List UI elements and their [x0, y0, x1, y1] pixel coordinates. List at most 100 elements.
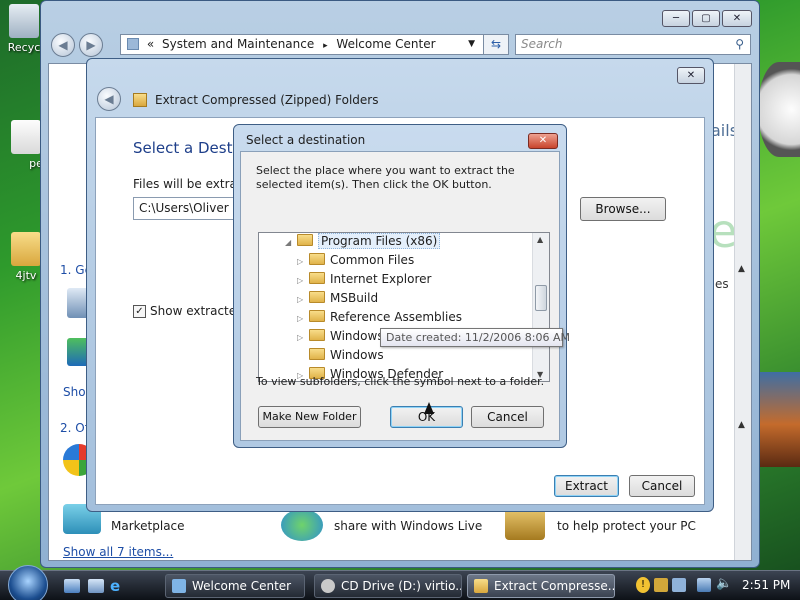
security-warning-icon[interactable]: !	[636, 577, 650, 593]
protect-pc-label[interactable]: to help protect your PC	[557, 519, 696, 533]
close-icon: ✕	[538, 135, 548, 146]
address-dropdown-icon[interactable]: ▼	[468, 35, 475, 54]
welcome-center-icon	[172, 579, 186, 593]
marketplace-label[interactable]: Marketplace	[111, 519, 185, 533]
instruction-text: Select the place where you want to extra…	[256, 164, 515, 191]
extract-button[interactable]: Extract	[554, 475, 619, 497]
folder-tree[interactable]: ◢ Program Files (x86) ▷ Common Files ▷ Inte…	[258, 232, 550, 382]
windows-live-icon	[281, 509, 323, 541]
maximize-button[interactable]: ▢	[692, 10, 720, 27]
folder-icon	[127, 38, 139, 50]
tree-item-label: Windows	[330, 348, 384, 362]
tree-item-label: Internet Explorer	[330, 272, 432, 286]
search-icon[interactable]: ⚲	[735, 35, 744, 54]
desktop-icon-label: 4jtv	[15, 269, 37, 282]
collapsed-arrow-icon[interactable]: ▷	[297, 290, 309, 309]
browse-button[interactable]: Browse...	[580, 197, 666, 221]
forward-button[interactable]: ▶	[79, 33, 103, 57]
scroll-thumb[interactable]	[535, 285, 547, 311]
zip-folder-icon	[133, 93, 147, 107]
cd-drive-icon	[321, 579, 335, 593]
extract-cancel-button[interactable]: Cancel	[629, 475, 695, 497]
section-2-heading: 2. Of	[60, 421, 89, 435]
extract-dialog-title: Extract Compressed (Zipped) Folders	[155, 93, 379, 107]
volume-muted-icon[interactable]: 🔈	[716, 576, 732, 591]
expanded-arrow-icon[interactable]: ◢	[285, 233, 297, 252]
make-new-folder-button[interactable]: Make New Folder	[258, 406, 361, 428]
folder-icon	[309, 348, 325, 360]
close-button[interactable]: ✕	[722, 10, 752, 27]
document-icon	[11, 120, 41, 154]
taskbar-cd-drive[interactable]: CD Drive (D:) virtio...	[314, 574, 462, 598]
tray-device-icon[interactable]	[672, 578, 686, 592]
folder-icon	[309, 253, 325, 265]
select-destination-body: Select the place where you want to extra…	[240, 151, 570, 441]
extract-heading: Select a Destin	[133, 139, 247, 157]
share-windows-live-label[interactable]: share with Windows Live	[334, 519, 482, 533]
collapsed-arrow-icon[interactable]: ▷	[297, 309, 309, 328]
collapsed-arrow-icon[interactable]: ▷	[297, 271, 309, 290]
start-button[interactable]	[8, 565, 48, 600]
search-placeholder: Search	[521, 37, 563, 51]
collapsed-arrow-icon[interactable]: ▷	[297, 328, 309, 347]
show-extracted-checkbox[interactable]: ✓	[133, 305, 146, 318]
network-icon[interactable]	[697, 578, 711, 592]
tree-item-reference-assemblies[interactable]: ▷ Reference Assemblies	[297, 308, 462, 327]
breadcrumb-prefix: «	[146, 37, 155, 51]
desktop-icon-label: Recyc	[7, 41, 41, 54]
tree-item-label: Reference Assemblies	[330, 310, 462, 324]
search-input[interactable]: Search ⚲	[515, 34, 751, 55]
tree-item-windows[interactable]: Windows	[297, 346, 384, 365]
task-label: Welcome Center	[192, 579, 292, 593]
scroll-up-arrow[interactable]: ▲	[738, 264, 745, 274]
photo-gadget	[760, 372, 800, 467]
breadcrumb-welcome-center[interactable]: Welcome Center	[336, 37, 435, 51]
folder-icon	[11, 232, 41, 266]
extract-close-button[interactable]: ✕	[677, 67, 705, 84]
tree-item-msbuild[interactable]: ▷ MSBuild	[297, 289, 378, 308]
collapsed-arrow-icon[interactable]: ▷	[297, 252, 309, 271]
taskbar-welcome-center[interactable]: Welcome Center	[165, 574, 305, 598]
back-button[interactable]: ◀	[51, 33, 75, 57]
folder-icon	[309, 329, 325, 341]
folder-icon	[309, 291, 325, 303]
internet-explorer-icon[interactable]: e	[110, 577, 120, 595]
tree-item-label: Common Files	[330, 253, 415, 267]
tree-item-common-files[interactable]: ▷ Common Files	[297, 251, 414, 270]
tree-item-label: MSBuild	[330, 291, 379, 305]
address-bar[interactable]: « System and Maintenance ▸ Welcome Cente…	[120, 34, 508, 55]
folder-icon	[309, 272, 325, 284]
taskbar: e Welcome Center CD Drive (D:) virtio...…	[0, 565, 800, 600]
recycle-bin-icon	[9, 4, 39, 38]
breadcrumb-system-maintenance[interactable]: System and Maintenance	[162, 37, 314, 51]
scroll-down-arrow[interactable]: ▲	[738, 420, 745, 430]
show-desktop-icon[interactable]	[64, 579, 80, 593]
tree-item-internet-explorer[interactable]: ▷ Internet Explorer	[297, 270, 431, 289]
folder-icon	[297, 234, 313, 246]
folder-tree-scrollbar[interactable]: ▲ ▼	[532, 233, 549, 381]
scroll-up-arrow[interactable]: ▲	[537, 235, 543, 244]
select-destination-cancel-button[interactable]: Cancel	[471, 406, 544, 428]
taskbar-clock[interactable]: 2:51 PM	[742, 578, 790, 592]
mouse-cursor	[424, 402, 434, 414]
show-all-items-link[interactable]: Show all 7 items...	[63, 545, 173, 559]
destination-path-input[interactable]: C:\Users\Oliver Fre	[133, 197, 238, 220]
task-label: Extract Compresse...	[494, 579, 615, 593]
extract-back-button[interactable]: ◀	[97, 87, 121, 111]
switch-windows-icon[interactable]	[88, 579, 104, 593]
select-destination-dialog: Select a destination ✕ Select the place …	[233, 124, 570, 448]
side-text-es: es	[715, 277, 729, 291]
clock-gadget	[758, 62, 800, 157]
refresh-icon[interactable]: ⇆	[483, 34, 509, 55]
tray-app-icon[interactable]	[654, 578, 668, 592]
taskbar-extract-compressed[interactable]: Extract Compresse...	[467, 574, 615, 598]
tooltip-text: Date created: 11/2/2006 8:06 AM	[386, 331, 571, 344]
select-destination-close-button[interactable]: ✕	[528, 133, 558, 149]
minimize-button[interactable]: ─	[662, 10, 690, 27]
select-destination-title: Select a destination	[246, 133, 366, 147]
welcome-scrollbar[interactable]: ▲ ▲	[734, 64, 751, 560]
date-created-tooltip: Date created: 11/2/2006 8:06 AM	[380, 328, 570, 347]
tree-item-program-files-x86[interactable]: ◢ Program Files (x86)	[285, 233, 441, 252]
subfolder-hint: To view subfolders, click the symbol nex…	[256, 375, 545, 388]
task-label: CD Drive (D:) virtio...	[341, 579, 462, 593]
